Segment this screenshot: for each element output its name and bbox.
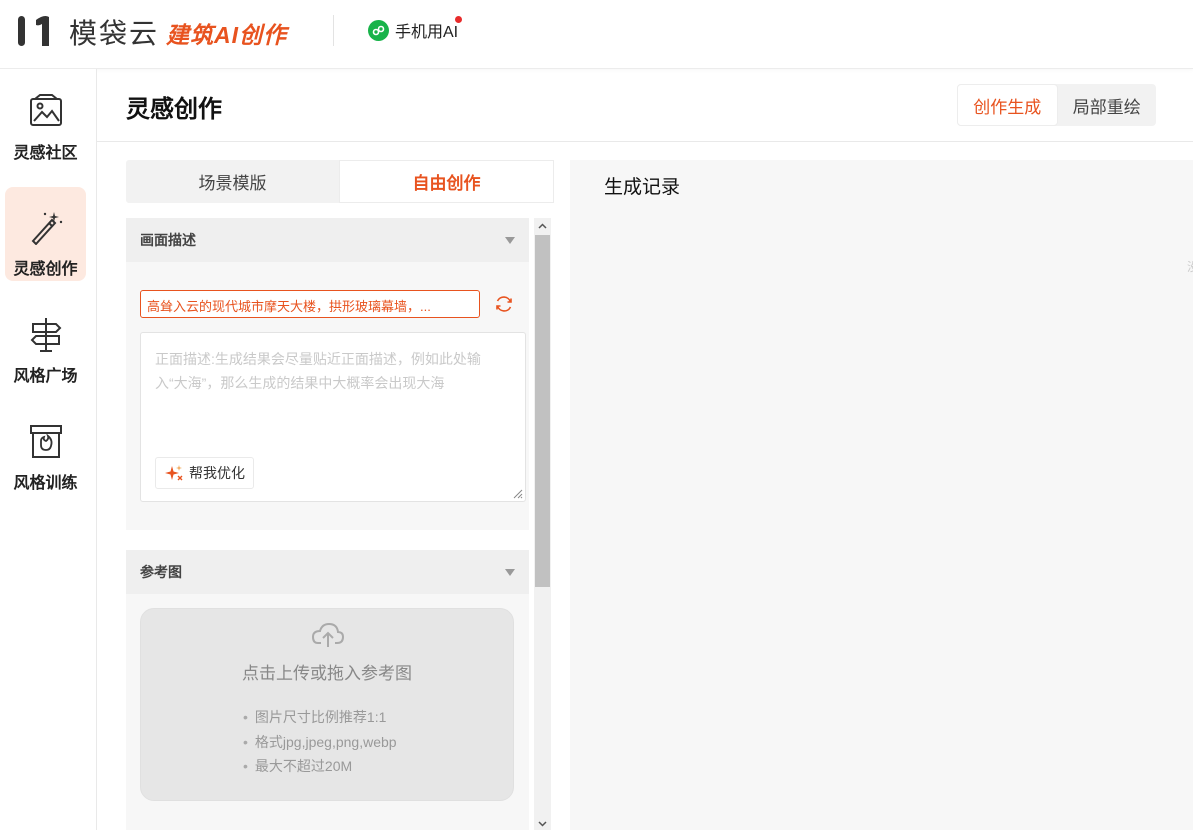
sidebar-item-style-square[interactable]: 风格广场 [5,294,86,388]
header-divider [333,15,334,46]
optimize-button-label: 帮我优化 [189,465,245,481]
mode-generate[interactable]: 创作生成 [957,84,1058,126]
scrollbar-thumb[interactable] [535,235,550,587]
caret-down-icon [505,568,515,576]
scroll-down-icon[interactable] [538,819,547,828]
sidebar-item-label: 灵感社区 [13,145,78,162]
prompt-placeholder: 正面描述:生成结果会尽量贴近正面描述，例如此处输入“大海”，那么生成的结果中大概… [155,351,481,391]
page-title: 灵感创作 [126,96,222,123]
upload-hint: 格式jpg,jpeg,png,webp [243,730,397,755]
description-panel-title: 画面描述 [140,232,196,248]
archive-box-icon [29,425,62,458]
mini-app-link[interactable]: 手机用AI [368,16,463,42]
sidebar-item-label: 灵感创作 [13,261,78,278]
records-title: 生成记录 [604,177,681,198]
upload-hint: 图片尺寸比例推荐1:1 [243,705,397,730]
sidebar-item-community[interactable]: 灵感社区 [5,71,86,165]
notification-dot [455,16,463,23]
positive-prompt-input[interactable]: 正面描述:生成结果会尽量贴近正面描述，例如此处输入“大海”，那么生成的结果中大概… [140,332,526,502]
mode-inpaint[interactable]: 局部重绘 [1058,84,1157,126]
upload-text: 点击上传或拖入参考图 [242,664,412,683]
upload-hints: 图片尺寸比例推荐1:1 格式jpg,jpeg,png,webp 最大不超过20M [243,705,397,779]
panel-scrollbar[interactable] [534,218,551,830]
reference-upload-area[interactable]: 点击上传或拖入参考图 图片尺寸比例推荐1:1 格式jpg,jpeg,png,we… [140,608,514,801]
scroll-up-icon[interactable] [538,222,547,231]
reference-panel-header[interactable]: 参考图 [126,550,529,594]
cloud-upload-icon [312,622,344,647]
optimize-button[interactable]: 帮我优化 [155,457,254,489]
refresh-icon[interactable] [494,294,514,314]
mini-program-icon [368,19,389,41]
logo-mark-icon [18,16,49,46]
description-panel-header[interactable]: 画面描述 [126,218,529,262]
tab-scene-template[interactable]: 场景模版 [126,160,339,203]
sidebar-item-create[interactable]: 灵感创作 [5,187,86,281]
sidebar-item-style-training[interactable]: 风格训练 [5,401,86,495]
top-header: 模袋云 建筑AI创作 手机用AI [0,0,1193,69]
generation-records: 生成记录 没 [570,160,1193,830]
brand-name: 模袋云 [69,18,160,49]
image-icon [29,94,62,126]
product-name: 建筑AI创作 [166,22,287,48]
upload-hint: 最大不超过20M [243,754,397,779]
description-panel: 画面描述 高耸入云的现代城市摩天大楼，拱形玻璃幕墙，... 正面描述:生成结果会… [126,218,529,530]
sidebar: 灵感社区 灵感创作 风格广场 风格训练 [0,69,97,830]
prompt-suggestion[interactable]: 高耸入云的现代城市摩天大楼，拱形玻璃幕墙，... [140,290,480,318]
sidebar-item-label: 风格训练 [13,475,78,492]
tab-free-create[interactable]: 自由创作 [339,160,554,203]
mini-app-label: 手机用AI [395,24,459,41]
caret-down-icon [505,236,515,244]
magic-wand-icon [31,212,62,245]
resize-handle-icon[interactable] [511,487,523,499]
sidebar-item-label: 风格广场 [13,368,78,385]
reference-panel-title: 参考图 [140,564,182,580]
creation-tabs: 场景模版 自由创作 [126,160,554,203]
title-divider [97,141,1193,142]
signpost-icon [30,318,61,352]
records-empty-text: 没 [1187,258,1193,275]
mode-switch: 创作生成 局部重绘 [957,84,1156,126]
reference-panel: 参考图 点击上传或拖入参考图 图片尺寸比例推荐1:1 格式jpg,jpeg,pn… [126,550,529,830]
sparkle-icon [165,465,183,481]
